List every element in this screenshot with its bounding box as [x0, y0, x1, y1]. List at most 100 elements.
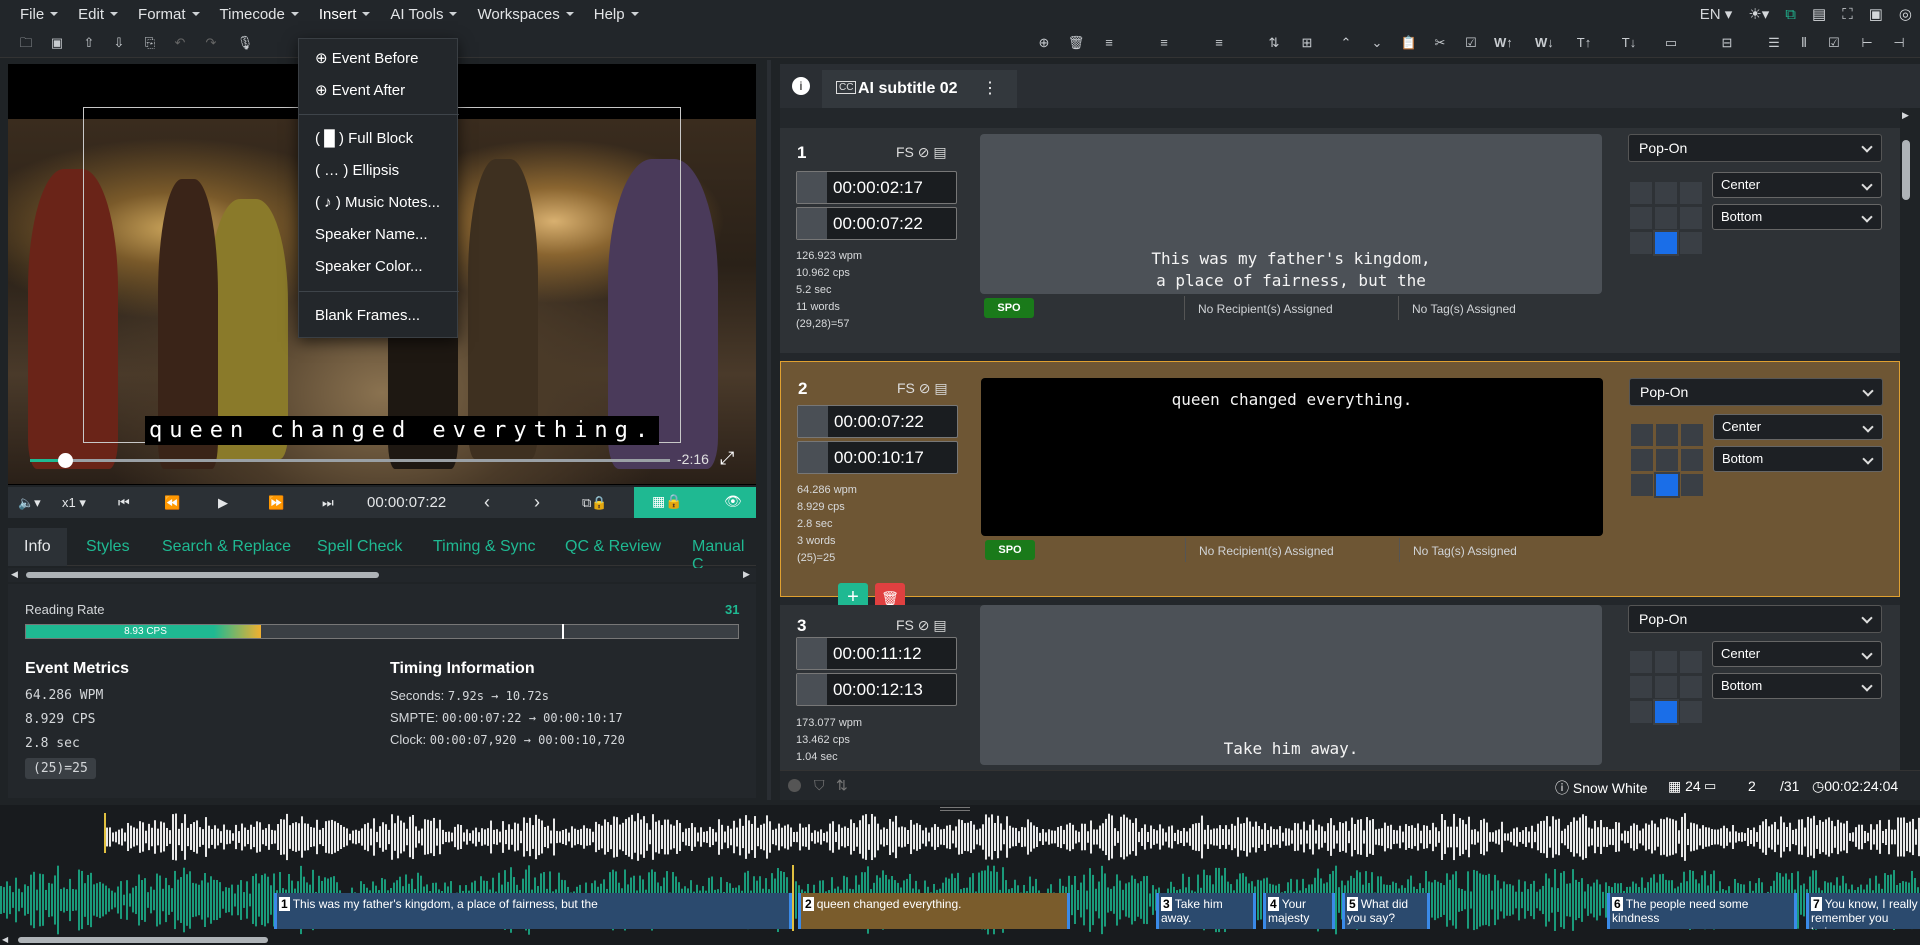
table-icon[interactable]: ⊞	[1298, 34, 1316, 52]
skip-end-icon[interactable]: ⏭	[322, 487, 334, 518]
download-icon[interactable]: ⇩	[110, 34, 128, 52]
volume-icon[interactable]: 🔈▾	[18, 487, 41, 518]
menu-help[interactable]: Help	[584, 0, 649, 28]
expand-icon[interactable]: ⤢	[720, 448, 734, 469]
speaker-tag[interactable]: SPO	[984, 298, 1034, 318]
horizontal-align-select[interactable]: Center	[1712, 641, 1882, 667]
current-event[interactable]: 2	[1748, 778, 1756, 794]
menu-timecode[interactable]: Timecode	[210, 0, 309, 28]
tabs-scrollbar[interactable]: ◀ ▶	[8, 568, 756, 582]
check-icon[interactable]: ☑	[1825, 34, 1843, 52]
menu-workspaces[interactable]: Workspaces	[467, 0, 583, 28]
filter-icon[interactable]: ⛉	[814, 777, 825, 794]
menu-ai-tools[interactable]: AI Tools	[380, 0, 467, 28]
clipboard-check-icon[interactable]: ☑	[1462, 34, 1480, 52]
status-dot-icon[interactable]	[788, 779, 801, 792]
timeline[interactable]: 1 This was my father's kingdom, a place o…	[0, 805, 1920, 945]
recipients-field[interactable]: No Recipient(s) Assigned	[1198, 302, 1333, 316]
playhead[interactable]	[792, 865, 794, 931]
vertical-position-select[interactable]: Bottom	[1712, 204, 1882, 230]
support-icon[interactable]: ◎	[1899, 5, 1912, 23]
rewind-icon[interactable]: ⏪	[164, 487, 180, 518]
tab-timing-sync[interactable]: Timing & Sync	[433, 538, 536, 556]
cc-lock-icon[interactable]: ⧉🔒	[582, 487, 607, 518]
align-left-icon[interactable]: ≡	[1100, 34, 1118, 52]
align-center-icon[interactable]: ≡	[1155, 34, 1173, 52]
sort-icon[interactable]: ⇅	[1265, 34, 1283, 52]
upload-icon[interactable]: ⇧	[80, 34, 98, 52]
end-timecode-field[interactable]: 00:00:07:22	[796, 207, 957, 240]
eye-icon[interactable]: 👁	[724, 493, 742, 510]
timeline-segment[interactable]: 5 What did you say?	[1342, 893, 1430, 929]
fullscreen-icon[interactable]: ⛶	[1842, 6, 1853, 23]
chevron-down-icon[interactable]: ⌄	[1368, 34, 1386, 52]
open-folder-icon[interactable]: 🗀	[17, 34, 35, 52]
tab-ai-subtitle[interactable]: CC AI subtitle 02 ⋮	[822, 70, 1017, 108]
undo-icon[interactable]: ↶	[171, 34, 189, 52]
fast-forward-icon[interactable]: ⏩	[268, 487, 284, 518]
word-down-icon[interactable]: W↓	[1535, 34, 1554, 52]
sync-lock-toggle[interactable]: ▦🔒 👁	[634, 487, 756, 518]
start-timecode-field[interactable]: 00:00:02:17	[796, 171, 957, 204]
tags-field[interactable]: No Tag(s) Assigned	[1412, 302, 1516, 316]
tab-info[interactable]: Info	[8, 528, 67, 566]
start-timecode-field[interactable]: 00:00:11:12	[796, 637, 957, 670]
timeline-segment[interactable]: 7You know, I really remember you being	[1806, 893, 1920, 929]
scroll-left-icon[interactable]: ◀	[11, 569, 18, 580]
position-grid[interactable]	[1630, 182, 1702, 256]
menu-insert[interactable]: Insert	[309, 0, 381, 28]
horizontal-align-select[interactable]: Center	[1713, 414, 1883, 440]
caption-editor[interactable]: This was my father's kingdom, a place of …	[980, 134, 1602, 294]
cut-icon[interactable]: ✂	[1431, 34, 1449, 52]
sort-icon[interactable]: ⇅	[836, 777, 848, 794]
event-row[interactable]: 1 FS ⊘ ▤ 00:00:02:17 00:00:07:22 126.923…	[780, 128, 1900, 353]
tab-menu-icon[interactable]: ⋮	[982, 78, 998, 98]
position-grid[interactable]	[1630, 651, 1702, 725]
microphone-icon[interactable]: 🎙	[236, 34, 254, 52]
redo-icon[interactable]: ↷	[202, 34, 220, 52]
layout-stack-icon[interactable]: ▤	[1812, 5, 1826, 23]
video-scrubber[interactable]	[30, 453, 670, 468]
position-grid[interactable]	[1631, 424, 1703, 498]
timeline-segment[interactable]: 6 The people need some kindness	[1607, 893, 1797, 929]
vertical-position-select[interactable]: Bottom	[1713, 446, 1883, 472]
split-icon[interactable]: ⊟	[1718, 34, 1736, 52]
list-scroll-right-icon[interactable]: ▶	[1902, 110, 1909, 121]
paste-icon[interactable]: 📋	[1400, 34, 1418, 52]
skip-start-icon[interactable]: ⏮	[118, 487, 130, 518]
menu-edit[interactable]: Edit	[68, 0, 128, 28]
menu-file[interactable]: File	[10, 0, 68, 28]
menu-item-full-block[interactable]: ( █ ) Full Block	[315, 130, 413, 147]
text-down-icon[interactable]: T↓	[1620, 34, 1638, 52]
end-timecode-field[interactable]: 00:00:12:13	[796, 673, 957, 706]
event-list-scrollbar[interactable]	[1902, 140, 1910, 200]
caption-editor[interactable]: queen changed everything.	[981, 378, 1603, 536]
timeline-resize-handle[interactable]	[940, 807, 970, 811]
timeline-segment-selected[interactable]: 2 queen changed everything.	[798, 893, 1070, 929]
tab-search-replace[interactable]: Search & Replace	[162, 538, 291, 556]
text-up-icon[interactable]: T↑	[1575, 34, 1593, 52]
play-icon[interactable]: ▶	[218, 487, 228, 518]
timeline-scrollbar[interactable]: ◀	[0, 935, 1920, 945]
speaker-tag[interactable]: SPO	[985, 540, 1035, 560]
vertical-position-select[interactable]: Bottom	[1712, 673, 1882, 699]
word-up-icon[interactable]: W↑	[1494, 34, 1513, 52]
horizontal-align-select[interactable]: Center	[1712, 172, 1882, 198]
layout-toggle-icon[interactable]: ▭	[1662, 34, 1680, 52]
chevron-up-icon[interactable]: ⌃	[1337, 34, 1355, 52]
save-icon[interactable]: ▣	[48, 34, 66, 52]
theme-icon[interactable]: ☀▾	[1748, 5, 1769, 23]
menu-format[interactable]: Format	[128, 0, 210, 28]
language-select[interactable]: EN ▾	[1700, 5, 1733, 23]
speed-select[interactable]: x1 ▾	[62, 487, 86, 518]
menu-item-speaker-name[interactable]: Speaker Name...	[315, 226, 428, 243]
info-icon[interactable]: i	[792, 77, 810, 95]
tab-spell-check[interactable]: Spell Check	[317, 538, 402, 556]
add-event-icon[interactable]: ⊕	[1035, 34, 1053, 52]
prev-frame-icon[interactable]: ‹	[484, 487, 490, 518]
layout-split-icon[interactable]: ⧉	[1785, 6, 1796, 23]
next-frame-icon[interactable]: ›	[534, 487, 540, 518]
align-right-icon[interactable]: ≡	[1210, 34, 1228, 52]
menu-item-event-after[interactable]: ⊕ Event After	[315, 81, 405, 99]
notes-icon[interactable]: ▣	[1869, 5, 1883, 23]
